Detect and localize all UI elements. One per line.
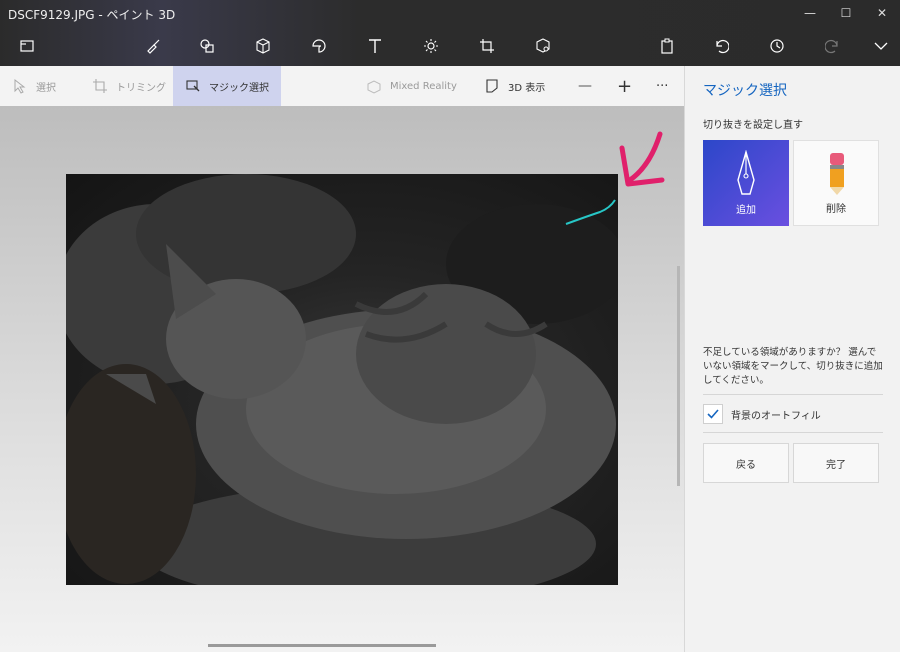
maximize-button[interactable]: ☐ bbox=[828, 0, 864, 26]
magic-select-panel: マジック選択 切り抜きを設定し直す 追加 削除 不足している領域がありますか？ … bbox=[684, 66, 900, 652]
text-icon[interactable] bbox=[358, 32, 392, 60]
mixed-reality-icon bbox=[367, 80, 381, 94]
more-options-button[interactable]: ··· bbox=[656, 66, 668, 106]
history-icon[interactable] bbox=[760, 32, 794, 60]
cursor-icon bbox=[14, 78, 26, 94]
redo-icon[interactable] bbox=[816, 32, 850, 60]
annotation-overlay bbox=[565, 131, 665, 225]
3d-shapes-icon[interactable] bbox=[246, 32, 280, 60]
brush-stroke bbox=[565, 199, 616, 225]
crop-icon bbox=[93, 79, 107, 93]
window-title: DSCF9129.JPG - ペイント 3D bbox=[8, 8, 176, 22]
close-button[interactable]: ✕ bbox=[864, 0, 900, 26]
select-label: 選択 bbox=[36, 82, 56, 94]
secondary-toolbar: 選択 トリミング マジック選択 Mixed Reality 3D 表示 — + … bbox=[0, 66, 684, 107]
vertical-scrollbar[interactable] bbox=[677, 266, 680, 486]
view-3d-button[interactable]: 3D 表示 bbox=[484, 66, 545, 106]
divider bbox=[703, 394, 883, 395]
zoom-out-button[interactable]: — bbox=[578, 66, 592, 106]
pen-icon bbox=[737, 150, 755, 195]
crop-label: トリミング bbox=[116, 82, 166, 94]
magic-select-label: マジック選択 bbox=[209, 82, 269, 94]
delete-label: 削除 bbox=[826, 204, 846, 215]
back-button[interactable]: 戻る bbox=[703, 443, 789, 483]
crop-tool[interactable]: トリミング bbox=[92, 66, 166, 106]
add-mode-button[interactable]: 追加 bbox=[703, 140, 789, 226]
autofill-checkbox[interactable] bbox=[703, 404, 723, 424]
select-tool[interactable]: 選択 bbox=[12, 66, 56, 106]
2d-shapes-icon[interactable] bbox=[190, 32, 224, 60]
divider bbox=[703, 432, 883, 433]
3d-library-icon[interactable] bbox=[526, 32, 560, 60]
minimize-button[interactable]: — bbox=[792, 0, 828, 26]
menu-icon[interactable] bbox=[10, 32, 44, 60]
done-button[interactable]: 完了 bbox=[793, 443, 879, 483]
horizontal-scrollbar[interactable] bbox=[208, 644, 436, 647]
view-3d-icon bbox=[486, 79, 498, 93]
canvas-icon[interactable] bbox=[470, 32, 504, 60]
mixed-reality-button[interactable]: Mixed Reality bbox=[366, 66, 457, 106]
view-3d-label: 3D 表示 bbox=[508, 82, 546, 94]
magic-select-icon bbox=[186, 80, 200, 92]
help-text: 不足している領域がありますか？ 選んでいない領域をマークして、切り抜きに追加して… bbox=[703, 347, 883, 386]
panel-title: マジック選択 bbox=[703, 83, 787, 99]
add-label: 追加 bbox=[736, 205, 756, 216]
paste-icon[interactable] bbox=[650, 32, 684, 60]
eraser-pencil-icon bbox=[830, 153, 844, 195]
photo-content bbox=[66, 174, 618, 585]
effects-icon[interactable] bbox=[414, 32, 448, 60]
checkmark-icon bbox=[707, 409, 719, 419]
delete-mode-button[interactable]: 削除 bbox=[793, 140, 879, 226]
autofill-label: 背景のオートフィル bbox=[731, 410, 821, 422]
title-and-toolbar: DSCF9129.JPG - ペイント 3D — ☐ ✕ bbox=[0, 0, 900, 66]
expand-icon[interactable] bbox=[864, 32, 898, 60]
stickers-icon[interactable] bbox=[302, 32, 336, 60]
brush-icon[interactable] bbox=[136, 32, 170, 60]
arrow-shaft bbox=[627, 131, 663, 183]
undo-icon[interactable] bbox=[704, 32, 738, 60]
canvas-area[interactable] bbox=[0, 106, 684, 652]
zoom-in-button[interactable]: + bbox=[617, 66, 632, 106]
panel-subtitle: 切り抜きを設定し直す bbox=[703, 120, 803, 131]
autofill-option[interactable]: 背景のオートフィル bbox=[703, 404, 821, 424]
cat-photo[interactable] bbox=[66, 174, 618, 585]
magic-select-tool[interactable]: マジック選択 bbox=[173, 66, 281, 106]
mixed-reality-label: Mixed Reality bbox=[390, 80, 457, 92]
